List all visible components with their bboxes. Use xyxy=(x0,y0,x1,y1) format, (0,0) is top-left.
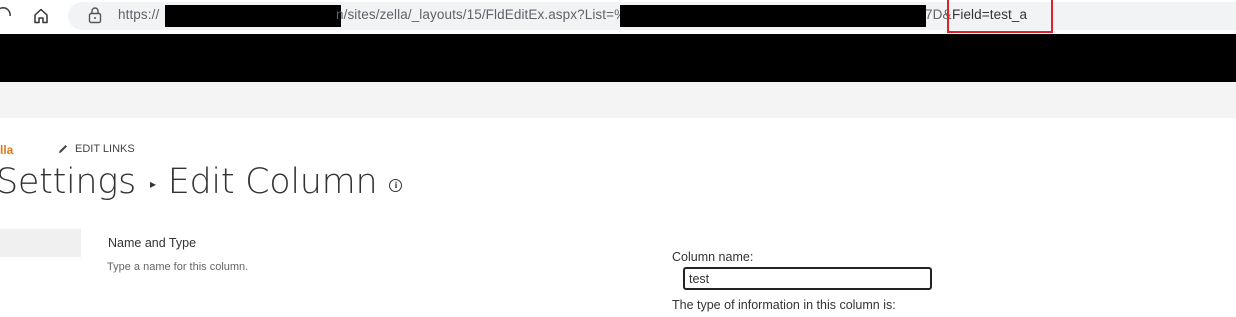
info-icon[interactable]: i xyxy=(389,178,403,192)
url-text-prefix[interactable]: https:// xyxy=(118,7,159,22)
quick-launch-panel xyxy=(0,229,81,257)
refresh-icon[interactable] xyxy=(0,5,16,27)
ribbon-bar xyxy=(0,82,1236,118)
breadcrumb-separator-icon: ▸ xyxy=(149,177,156,191)
section-title: Name and Type xyxy=(108,236,197,250)
suite-bar xyxy=(0,34,1236,82)
column-name-input[interactable] xyxy=(683,267,932,290)
column-name-label: Column name: xyxy=(672,250,754,264)
title-current-page: Edit Column xyxy=(167,162,378,202)
section-description: Type a name for this column. xyxy=(107,261,249,273)
site-link[interactable]: lla xyxy=(0,143,13,157)
edit-links-button[interactable]: EDIT LINKS xyxy=(57,143,135,155)
redacted-host xyxy=(165,5,341,27)
column-type-label: The type of information in this column i… xyxy=(672,298,896,312)
browser-toolbar: https:// n/sites/zella/_layouts/15/FldEd… xyxy=(0,0,1236,33)
edit-links-label: EDIT LINKS xyxy=(75,143,135,155)
highlight-box xyxy=(947,0,1053,33)
pencil-icon xyxy=(59,145,67,153)
title-settings-link[interactable]: Settings xyxy=(0,162,136,202)
url-text-path[interactable]: n/sites/zella/_layouts/15/FldEditEx.aspx… xyxy=(336,7,626,22)
home-icon[interactable] xyxy=(30,5,52,27)
redacted-list-id xyxy=(620,5,926,27)
lock-icon[interactable] xyxy=(87,6,103,24)
page-title: Settings ▸ Edit Column i xyxy=(0,162,403,202)
